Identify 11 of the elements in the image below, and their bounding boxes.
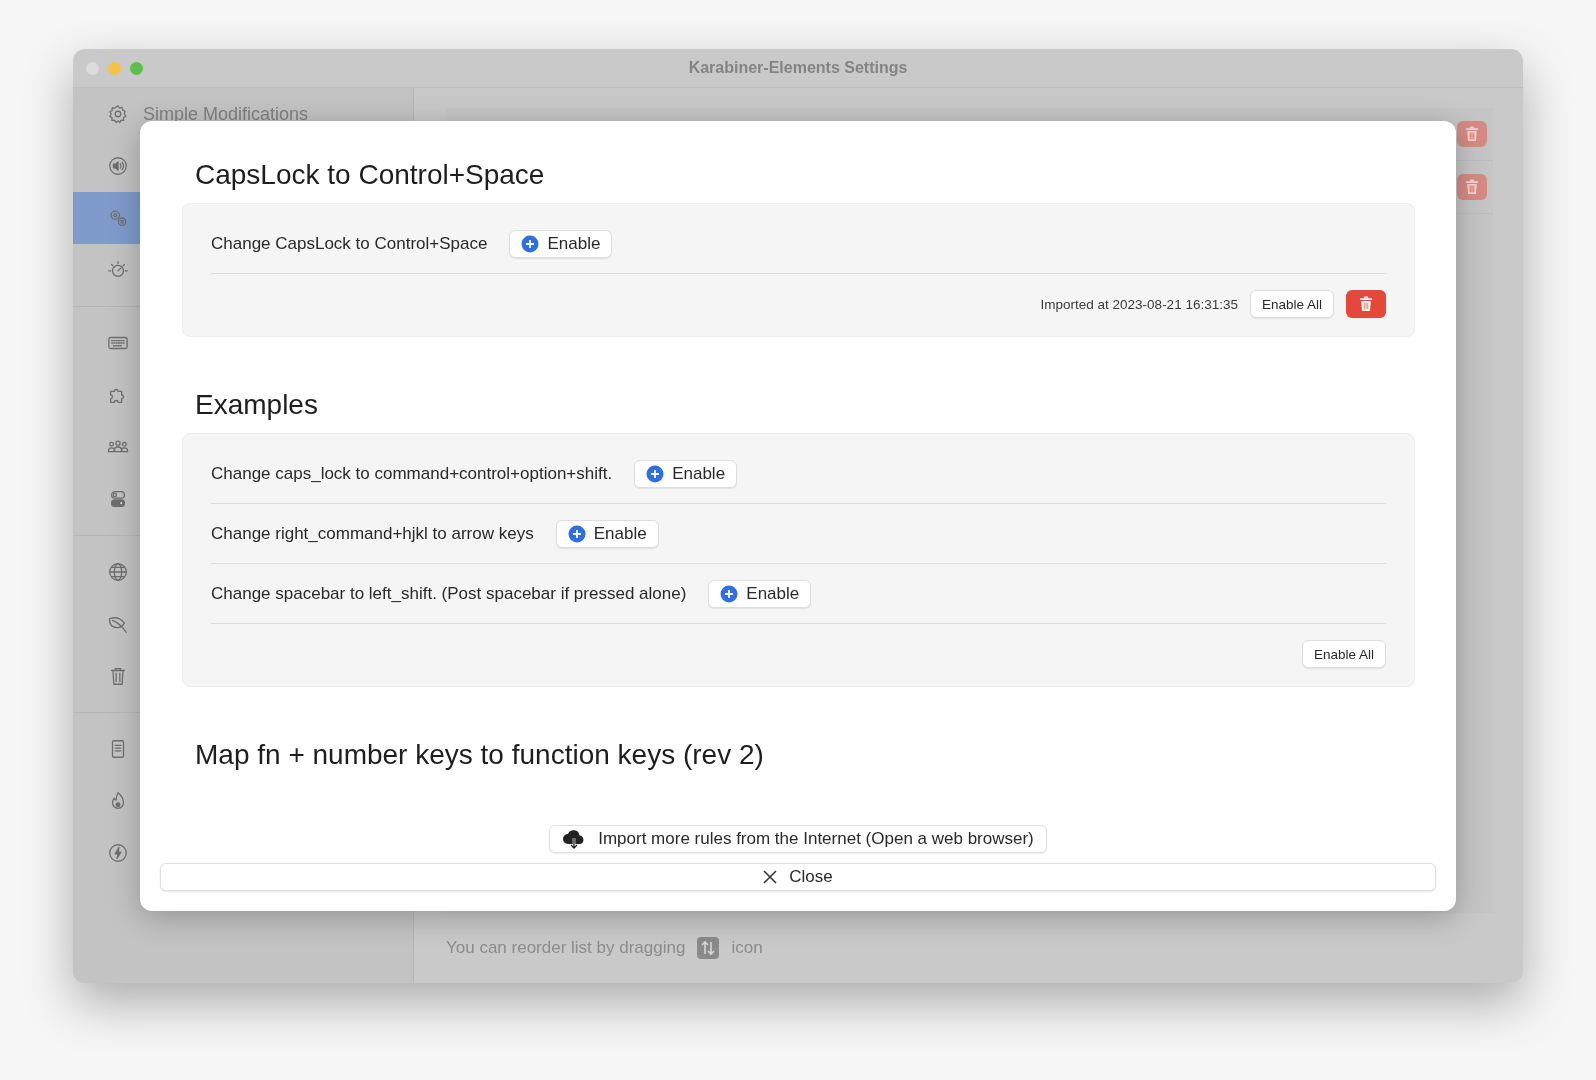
rule-description: Change CapsLock to Control+Space: [211, 233, 488, 254]
window-title: Karabiner-Elements Settings: [688, 59, 908, 76]
hint-text: icon: [731, 938, 763, 958]
section-title: CapsLock to Control+Space: [195, 159, 546, 191]
section-title: Examples: [195, 389, 319, 421]
import-date: Imported at 2023-08-21 16:31:35: [1040, 296, 1238, 312]
rule-description: Change caps_lock to command+control+option+shift.: [211, 463, 613, 484]
hint-text: You can reorder list by dragging: [446, 938, 686, 958]
section-title: Map fn + number keys to function keys (rev 2): [195, 739, 765, 771]
rule-description: Change right_command+hjkl to arrow keys: [211, 523, 534, 544]
rule-description: Change spacebar to left_shift. (Post spacebar if pressed alone): [211, 583, 687, 604]
